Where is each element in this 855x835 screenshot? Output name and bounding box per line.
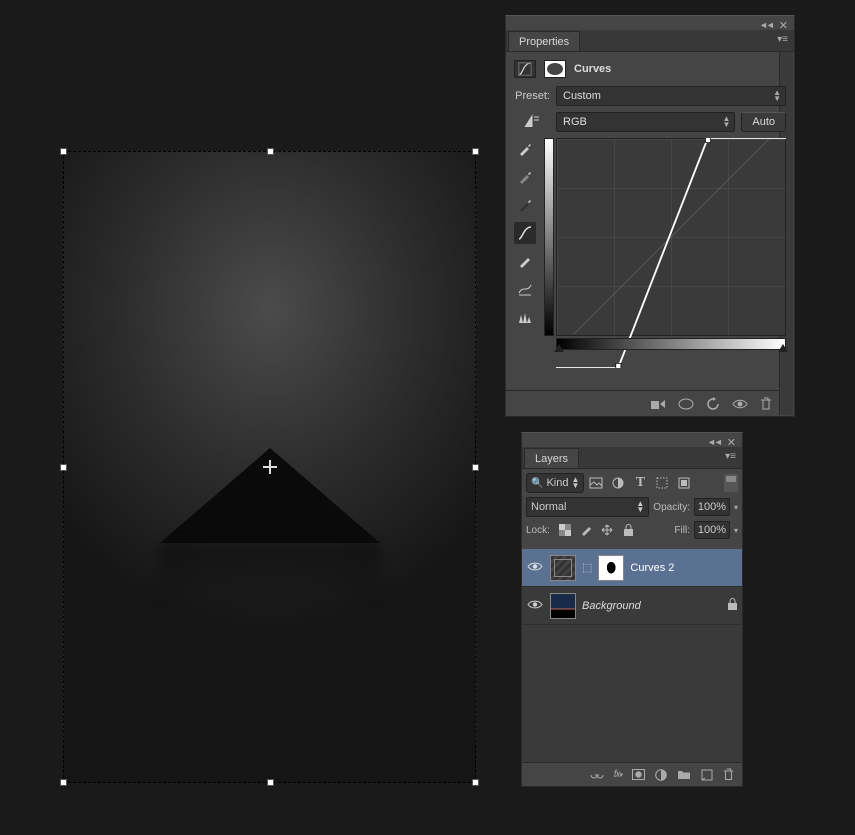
blend-mode-value: Normal xyxy=(531,501,566,513)
auto-button[interactable]: Auto xyxy=(741,112,786,132)
opacity-field[interactable]: 100% xyxy=(694,498,730,516)
lock-position-icon[interactable] xyxy=(600,523,615,538)
point-edit-icon[interactable] xyxy=(514,222,536,244)
search-icon: 🔍 xyxy=(531,478,543,489)
layers-panel: ◄◄ ✕ Layers ▾≡ 🔍 Kind ▲▼ T Normal xyxy=(521,432,743,787)
curves-adjustment-icon xyxy=(514,60,536,78)
lock-pixels-icon[interactable] xyxy=(579,523,594,538)
filter-shape-icon[interactable] xyxy=(654,475,670,491)
visibility-toggle-icon[interactable] xyxy=(526,599,544,613)
input-gradient xyxy=(556,338,786,350)
collapse-panel-icon[interactable]: ◄◄ xyxy=(707,437,721,447)
fill-dropdown-icon[interactable]: ▾ xyxy=(734,526,738,535)
new-adjustment-icon[interactable] xyxy=(655,769,667,781)
layers-tabbar: Layers ▾≡ xyxy=(522,447,742,469)
delete-layer-icon[interactable] xyxy=(723,768,734,781)
new-group-icon[interactable] xyxy=(677,769,691,780)
sample-black-eyedropper-icon[interactable] xyxy=(514,194,536,216)
preview-toggle-icon[interactable] xyxy=(678,398,694,410)
blend-mode-select[interactable]: Normal ▲▼ xyxy=(526,497,649,517)
preset-select[interactable]: Custom ▲▼ xyxy=(556,86,786,106)
pencil-edit-icon[interactable] xyxy=(514,250,536,272)
filter-toggle[interactable] xyxy=(724,474,738,492)
visibility-icon[interactable] xyxy=(732,398,748,410)
properties-tabbar: Properties ▾≡ xyxy=(506,30,794,52)
new-layer-icon[interactable] xyxy=(701,769,713,781)
lock-transparency-icon[interactable] xyxy=(558,523,573,538)
layer-row[interactable]: ⬚ Curves 2 xyxy=(522,549,742,587)
collapse-panel-icon[interactable]: ◄◄ xyxy=(759,20,773,30)
fx-icon[interactable]: fx▾ xyxy=(614,769,622,780)
mask-icon[interactable] xyxy=(544,60,566,78)
white-point-slider[interactable] xyxy=(778,344,788,352)
curves-graph[interactable] xyxy=(544,138,786,350)
panel-flyout-menu-icon[interactable]: ▾≡ xyxy=(725,451,736,462)
filter-adjustment-icon[interactable] xyxy=(610,475,626,491)
document-canvas[interactable] xyxy=(63,151,476,783)
adjustment-thumb-icon[interactable] xyxy=(550,555,576,581)
clip-to-layer-icon[interactable] xyxy=(650,398,666,410)
output-gradient xyxy=(544,138,554,336)
target-adjust-icon[interactable] xyxy=(514,114,550,131)
delete-icon[interactable] xyxy=(760,397,772,411)
layer-name[interactable]: Background xyxy=(582,600,641,612)
smooth-curve-icon[interactable] xyxy=(514,278,536,300)
mask-link-icon[interactable]: ⬚ xyxy=(582,561,592,574)
tab-layers[interactable]: Layers xyxy=(524,448,579,468)
fill-label: Fill: xyxy=(674,525,690,536)
filter-smart-icon[interactable] xyxy=(676,475,692,491)
lock-all-icon[interactable] xyxy=(621,523,636,538)
add-mask-icon[interactable] xyxy=(632,769,645,780)
channel-value: RGB xyxy=(563,116,587,128)
link-layers-icon[interactable] xyxy=(590,770,604,780)
layer-name[interactable]: Curves 2 xyxy=(630,562,674,574)
preset-label: Preset: xyxy=(514,90,550,102)
channel-select[interactable]: RGB ▲▼ xyxy=(556,112,735,132)
curves-grid[interactable] xyxy=(556,138,786,336)
canvas-image xyxy=(63,151,476,783)
layer-row[interactable]: Background xyxy=(522,587,742,625)
lock-label: Lock: xyxy=(526,525,550,536)
mask-thumb-icon[interactable] xyxy=(598,555,624,581)
sample-gray-eyedropper-icon[interactable] xyxy=(514,166,536,188)
layer-list: ⬚ Curves 2 Background xyxy=(522,549,742,762)
panel-flyout-menu-icon[interactable]: ▾≡ xyxy=(777,34,788,45)
adjustment-title: Curves xyxy=(574,63,611,75)
canvas-content-shape xyxy=(160,448,380,543)
filter-type-icon[interactable]: T xyxy=(632,475,648,491)
lock-indicator-icon[interactable] xyxy=(727,598,738,613)
tab-properties[interactable]: Properties xyxy=(508,31,580,51)
fill-field[interactable]: 100% xyxy=(694,521,730,539)
sample-white-eyedropper-icon[interactable] xyxy=(514,138,536,160)
layer-thumb-icon[interactable] xyxy=(550,593,576,619)
reset-icon[interactable] xyxy=(706,397,720,411)
black-point-slider[interactable] xyxy=(554,344,564,352)
visibility-toggle-icon[interactable] xyxy=(526,561,544,575)
layer-kind-value: Kind xyxy=(546,477,568,489)
filter-pixel-icon[interactable] xyxy=(588,475,604,491)
histogram-options-icon[interactable] xyxy=(514,306,536,328)
opacity-label: Opacity: xyxy=(653,502,690,513)
layer-kind-select[interactable]: 🔍 Kind ▲▼ xyxy=(526,473,584,493)
properties-panel: ◄◄ ✕ Properties ▾≡ Curves Preset: Custom… xyxy=(505,15,795,417)
preset-value: Custom xyxy=(563,90,601,102)
opacity-dropdown-icon[interactable]: ▾ xyxy=(734,503,738,512)
